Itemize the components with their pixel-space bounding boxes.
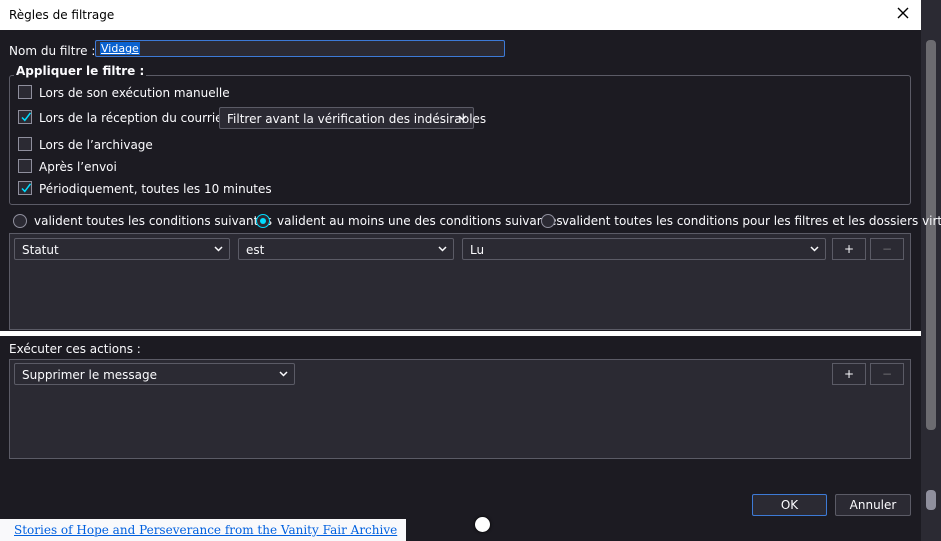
close-icon[interactable]	[895, 5, 911, 21]
match-any-radio[interactable]	[256, 214, 270, 228]
manual-run-checkbox[interactable]	[18, 85, 32, 99]
window-title: Règles de filtrage	[9, 8, 115, 22]
apply-filter-legend: Appliquer le filtre :	[14, 64, 147, 78]
after-send-label: Après l’envoi	[39, 160, 117, 174]
condition-field-select[interactable]: Statut	[14, 238, 230, 260]
action-select-value: Supprimer le message	[22, 368, 158, 382]
periodic-label: Périodiquement, toutes les 10 minutes	[39, 182, 272, 196]
junk-check-select-value: Filtrer avant la vérification des indési…	[227, 112, 487, 126]
scrollbar-thumb-lower[interactable]	[926, 490, 936, 510]
after-send-checkbox[interactable]	[18, 159, 32, 173]
on-receive-label: Lors de la réception du courrier :	[39, 111, 236, 125]
remove-condition-button[interactable]: −	[870, 238, 904, 260]
condition-value-select[interactable]: Lu	[462, 238, 826, 260]
match-any-label: valident au moins une des conditions sui…	[277, 214, 563, 228]
chevron-down-icon	[458, 115, 467, 121]
on-receive-checkbox[interactable]	[18, 110, 32, 124]
filter-name-value: Vidage	[100, 42, 140, 55]
check-icon	[21, 112, 32, 122]
action-select[interactable]: Supprimer le message	[14, 363, 295, 385]
archiving-checkbox[interactable]	[18, 137, 32, 151]
filter-name-label: Nom du filtre :	[9, 44, 96, 58]
condition-field-value: Statut	[22, 243, 59, 257]
match-all-radio[interactable]	[13, 214, 27, 228]
filter-name-input[interactable]: Vidage	[95, 40, 505, 57]
title-bar: Règles de filtrage	[0, 0, 921, 30]
junk-check-select[interactable]: Filtrer avant la vérification des indési…	[219, 107, 486, 129]
remove-action-button[interactable]: −	[870, 363, 904, 385]
ok-button[interactable]: OK	[752, 494, 827, 516]
condition-operator-select[interactable]: est	[238, 238, 454, 260]
background-link[interactable]: Stories of Hope and Perseverance from th…	[14, 523, 397, 537]
check-icon	[21, 183, 32, 193]
filter-rules-dialog: Nom du filtre : Vidage Appliquer le filt…	[0, 30, 941, 541]
match-all-virtual-radio[interactable]	[541, 214, 555, 228]
splitter[interactable]	[0, 331, 921, 336]
add-action-button[interactable]: +	[832, 363, 866, 385]
background-scrollbar[interactable]	[921, 0, 941, 541]
add-condition-button[interactable]: +	[832, 238, 866, 260]
match-all-virtual-label: valident toutes les conditions pour les …	[562, 214, 941, 228]
periodic-checkbox[interactable]	[18, 181, 32, 195]
match-all-label: valident toutes les conditions suivantes	[34, 214, 272, 228]
condition-value-value: Lu	[470, 243, 485, 257]
scrollbar-thumb[interactable]	[926, 40, 936, 430]
mouse-cursor	[475, 517, 490, 532]
archiving-label: Lors de l’archivage	[39, 138, 153, 152]
condition-operator-value: est	[246, 243, 265, 257]
chevron-down-icon	[214, 246, 223, 252]
manual-run-label: Lors de son exécution manuelle	[39, 86, 230, 100]
chevron-down-icon	[810, 246, 819, 252]
cancel-button[interactable]: Annuler	[835, 494, 911, 516]
actions-label: Exécuter ces actions :	[9, 342, 141, 356]
chevron-down-icon	[279, 371, 288, 377]
chevron-down-icon	[438, 246, 447, 252]
background-page: Stories of Hope and Perseverance from th…	[0, 519, 406, 541]
